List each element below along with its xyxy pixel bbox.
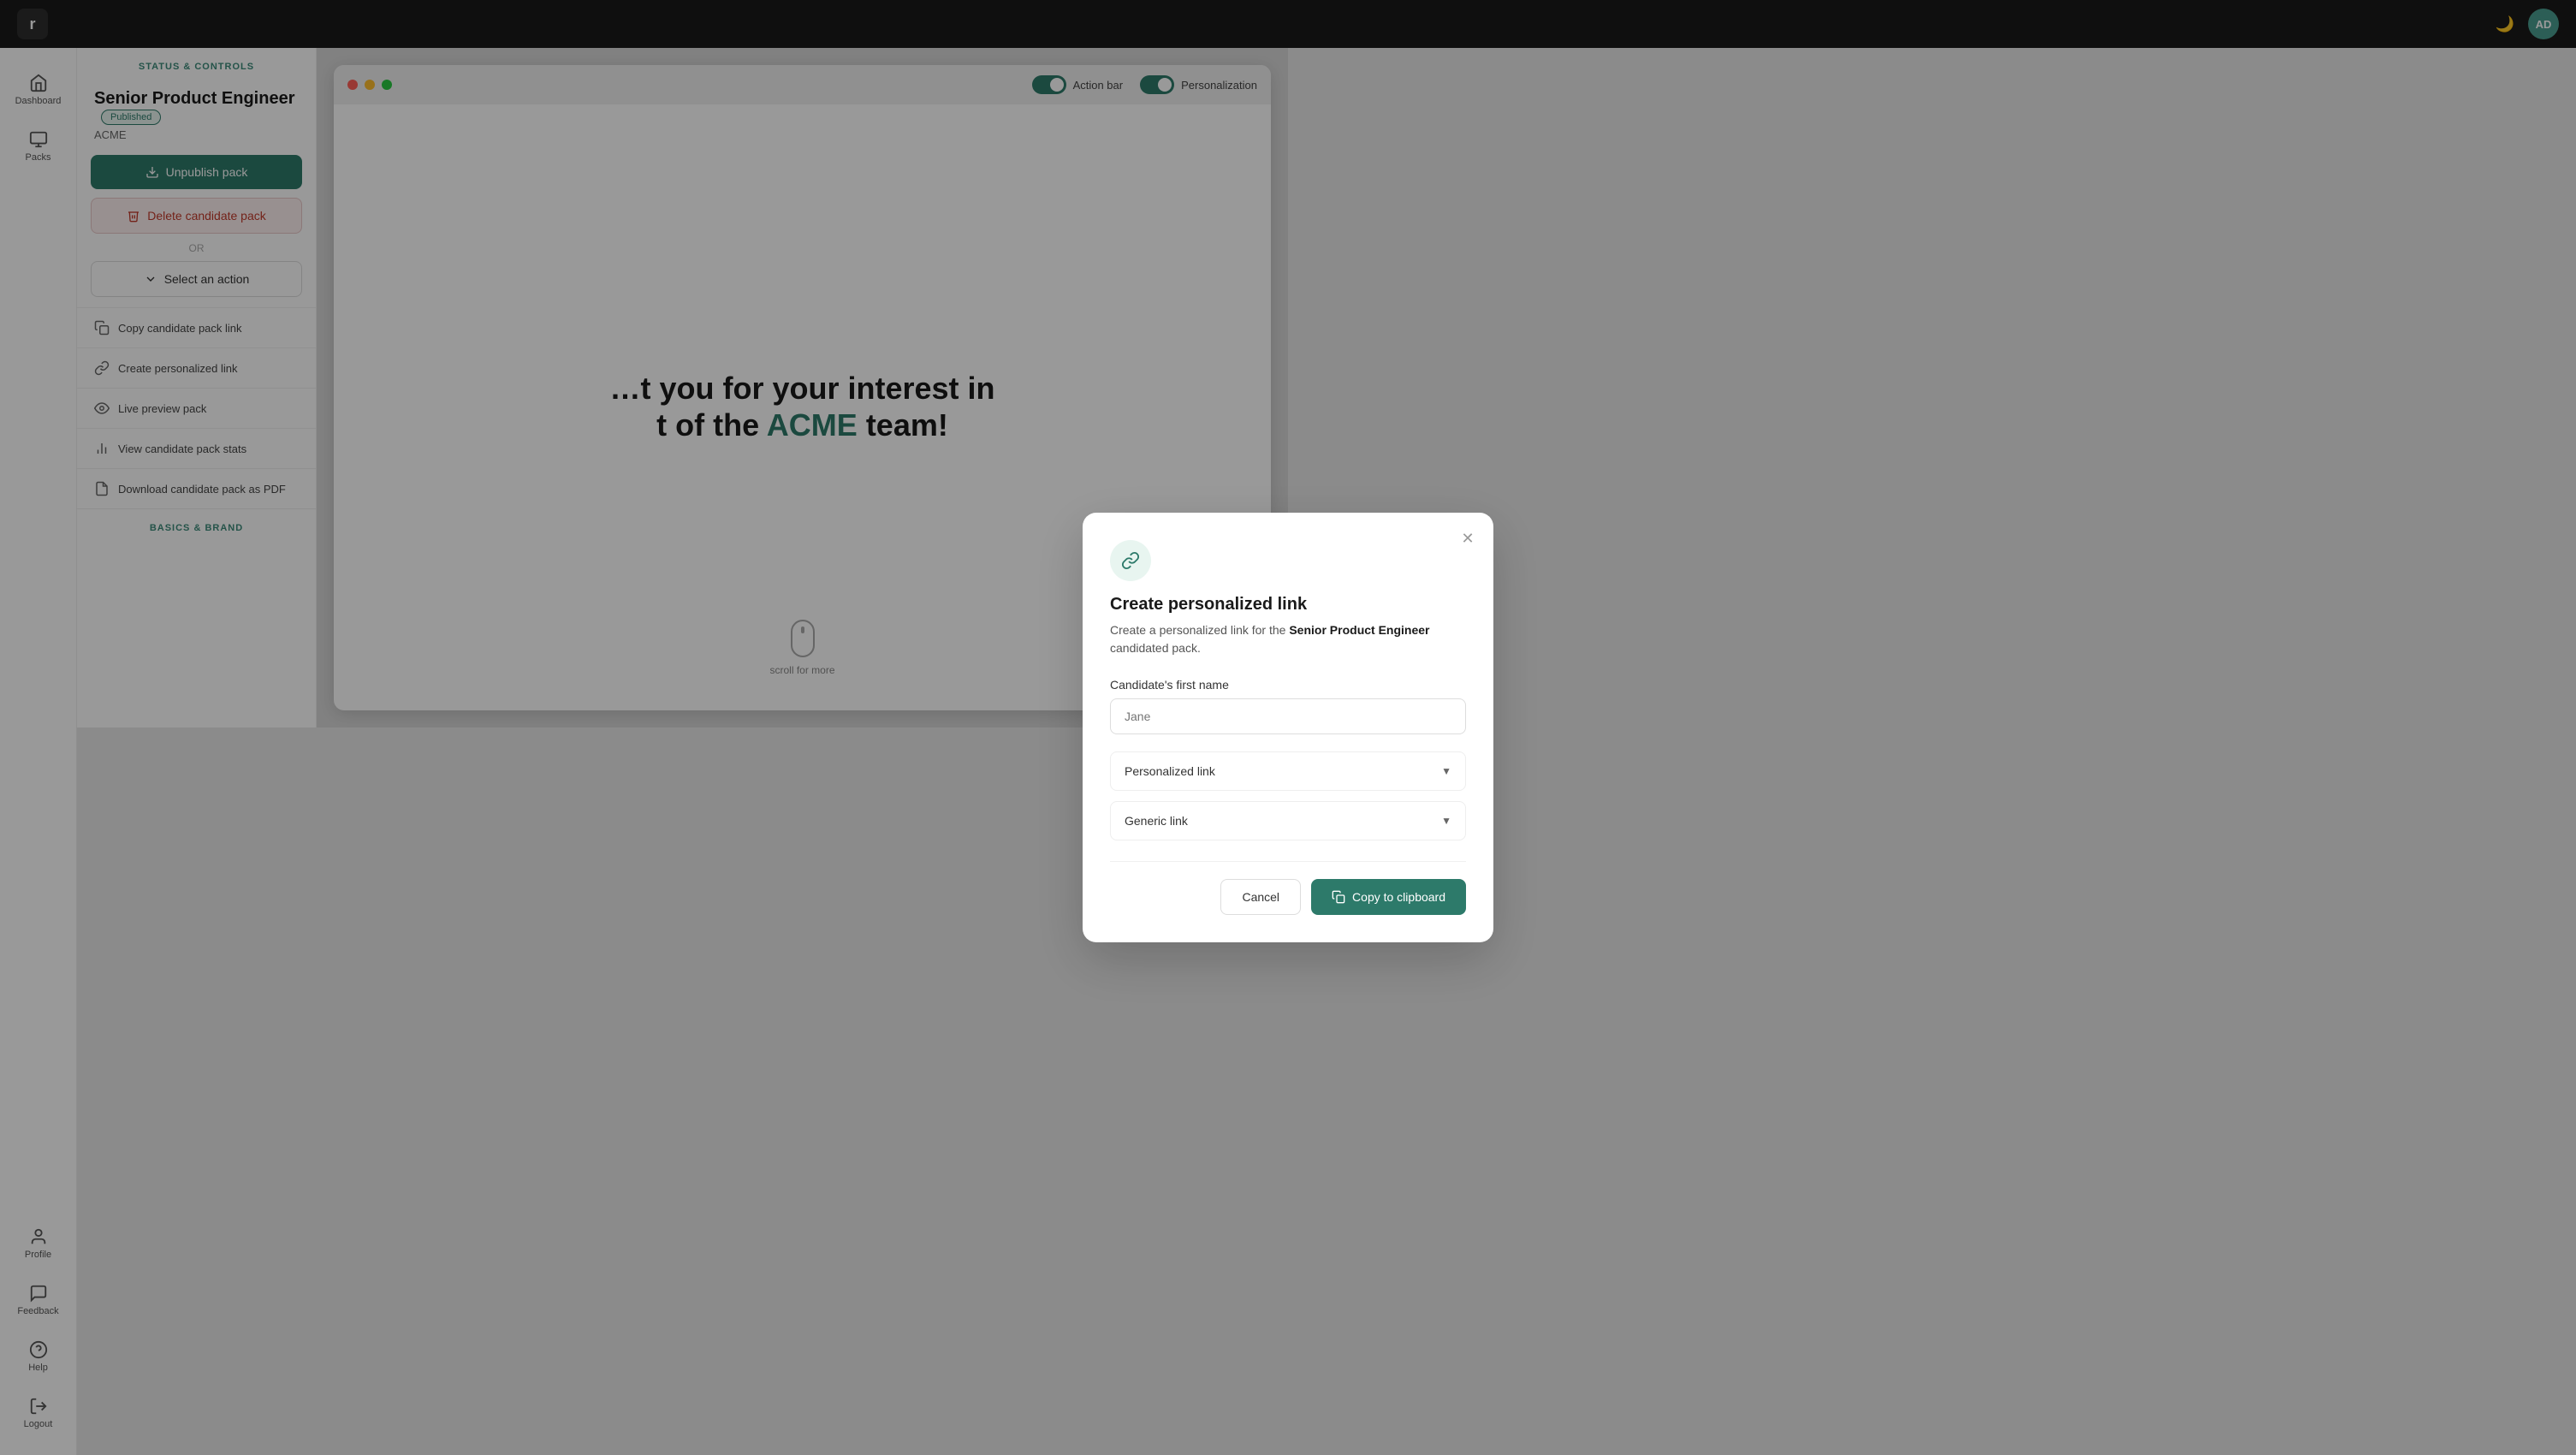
clipboard-icon — [1332, 890, 1345, 904]
generic-link-accordion: Generic link ▼ — [1110, 801, 1466, 840]
modal-job-title-bold: Senior Product Engineer — [1289, 623, 1429, 637]
chevron-down-icon-2: ▼ — [1441, 815, 1451, 827]
modal-icon-wrap — [1110, 540, 1151, 581]
modal-footer: Cancel Copy to clipboard — [1110, 861, 1466, 915]
personalized-link-accordion-header[interactable]: Personalized link ▼ — [1111, 752, 1465, 790]
modal-description: Create a personalized link for the Senio… — [1110, 621, 1466, 657]
generic-link-accordion-header[interactable]: Generic link ▼ — [1111, 802, 1465, 840]
link-modal-icon — [1121, 551, 1140, 570]
personalized-link-accordion: Personalized link ▼ — [1110, 751, 1466, 791]
copy-to-clipboard-button[interactable]: Copy to clipboard — [1311, 879, 1466, 915]
chevron-down-icon: ▼ — [1441, 765, 1451, 777]
modal-create-personalized-link: ✕ Create personalized link Create a pers… — [1083, 513, 1493, 942]
modal-input-label: Candidate's first name — [1110, 678, 1466, 692]
modal-close-button[interactable]: ✕ — [1456, 526, 1480, 550]
cancel-button[interactable]: Cancel — [1220, 879, 1301, 915]
candidate-first-name-input[interactable] — [1110, 698, 1466, 734]
modal-overlay[interactable]: ✕ Create personalized link Create a pers… — [0, 0, 2576, 1455]
modal-title: Create personalized link — [1110, 595, 1466, 615]
